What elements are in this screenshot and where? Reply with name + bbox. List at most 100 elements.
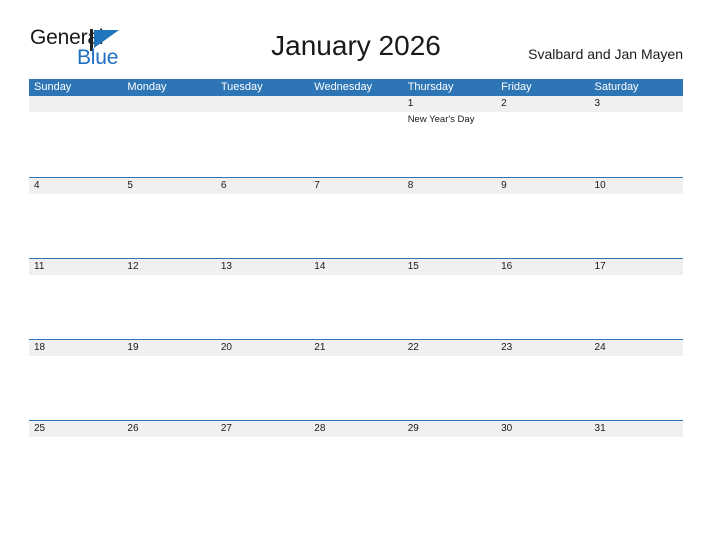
day-number: 24 bbox=[594, 342, 606, 353]
calendar-day-cell[interactable]: 30 bbox=[496, 421, 590, 501]
calendar-day-cell[interactable]: 14 bbox=[309, 259, 403, 339]
calendar-day-cell[interactable]: 23 bbox=[496, 340, 590, 420]
page-header: General Blue January 2026 Svalbard and J… bbox=[0, 0, 712, 78]
day-number: 10 bbox=[594, 180, 606, 191]
calendar-day-cell[interactable]: 19 bbox=[122, 340, 216, 420]
calendar-day-cell[interactable]: 15 bbox=[402, 259, 497, 339]
calendar-day-cell[interactable]: 7 bbox=[309, 178, 403, 258]
day-number: 14 bbox=[314, 261, 326, 272]
calendar-day-cell[interactable]: 18 bbox=[29, 340, 123, 420]
calendar-day-cell[interactable]: 26 bbox=[122, 421, 216, 501]
calendar-day-cell[interactable]: 28 bbox=[309, 421, 403, 501]
calendar-day-cell[interactable]: 8 bbox=[402, 178, 497, 258]
calendar-week-row: 1 New Year's Day 2 3 bbox=[29, 96, 683, 177]
calendar-day-cell[interactable]: 1 New Year's Day bbox=[402, 96, 497, 177]
calendar-day-cell[interactable]: 27 bbox=[215, 421, 310, 501]
day-number-band bbox=[402, 178, 497, 194]
day-number-band bbox=[215, 96, 310, 112]
calendar-day-cell[interactable]: 29 bbox=[402, 421, 497, 501]
day-number: 25 bbox=[34, 423, 46, 434]
calendar-day-cell[interactable]: 11 bbox=[29, 259, 123, 339]
day-number: 30 bbox=[501, 423, 513, 434]
day-number: 28 bbox=[314, 423, 326, 434]
calendar-day-cell[interactable]: 6 bbox=[215, 178, 310, 258]
calendar-day-cell[interactable]: 16 bbox=[496, 259, 590, 339]
calendar-day-cell[interactable]: 9 bbox=[496, 178, 590, 258]
day-number-band bbox=[29, 96, 123, 112]
calendar-day-cell[interactable]: 31 bbox=[589, 421, 683, 501]
day-number: 5 bbox=[127, 180, 133, 191]
calendar-week-band: 18 19 20 21 22 23 24 bbox=[29, 340, 683, 420]
day-number: 26 bbox=[127, 423, 139, 434]
day-number: 16 bbox=[501, 261, 513, 272]
day-number: 11 bbox=[34, 261, 45, 272]
day-number: 15 bbox=[407, 261, 419, 272]
day-number: 6 bbox=[220, 180, 227, 191]
calendar-event: New Year's Day bbox=[407, 114, 475, 125]
day-number: 2 bbox=[501, 98, 507, 109]
day-number-band bbox=[215, 178, 310, 194]
weekday-header-saturday: Saturday bbox=[594, 81, 639, 93]
calendar-day-cell[interactable]: 3 bbox=[589, 96, 683, 177]
day-number-band bbox=[402, 96, 497, 112]
calendar-day-cell[interactable]: 22 bbox=[402, 340, 497, 420]
day-number-band bbox=[496, 178, 590, 194]
calendar-day-cell[interactable]: 10 bbox=[589, 178, 683, 258]
day-number: 22 bbox=[407, 342, 419, 353]
weekday-header-wednesday: Wednesday bbox=[314, 81, 373, 93]
calendar-day-cell[interactable]: 5 bbox=[122, 178, 216, 258]
calendar-day-cell[interactable]: 24 bbox=[589, 340, 683, 420]
calendar-day-cell[interactable]: 2 bbox=[496, 96, 590, 177]
calendar-day-cell[interactable]: 20 bbox=[215, 340, 310, 420]
calendar-week-band: 11 12 13 14 15 16 17 bbox=[29, 259, 683, 339]
day-number-band bbox=[496, 96, 590, 112]
weekday-header-sunday: Sunday bbox=[34, 81, 72, 93]
calendar-week-row: 18 19 20 21 22 23 24 bbox=[29, 339, 683, 420]
weekday-header-friday: Friday bbox=[501, 81, 532, 93]
calendar-day-cell[interactable]: 21 bbox=[309, 340, 403, 420]
calendar-day-cell[interactable] bbox=[122, 96, 216, 177]
weekday-header-row: Sunday Monday Tuesday Wednesday Thursday… bbox=[29, 79, 683, 96]
calendar-week-band: 4 5 6 7 8 9 10 bbox=[29, 178, 683, 258]
day-number: 12 bbox=[127, 261, 139, 272]
day-number: 8 bbox=[407, 180, 414, 191]
day-number: 4 bbox=[34, 180, 40, 191]
calendar-day-cell[interactable]: 4 bbox=[29, 178, 123, 258]
weekday-header-monday: Monday bbox=[127, 81, 167, 93]
region-label: Svalbard and Jan Mayen bbox=[528, 46, 683, 62]
calendar-day-cell[interactable] bbox=[215, 96, 310, 177]
day-number: 27 bbox=[220, 423, 232, 434]
calendar-day-cell[interactable]: 12 bbox=[122, 259, 216, 339]
calendar-day-cell[interactable] bbox=[29, 96, 123, 177]
day-number: 23 bbox=[501, 342, 513, 353]
day-number: 18 bbox=[34, 342, 46, 353]
day-number-band bbox=[122, 178, 216, 194]
calendar-day-cell[interactable] bbox=[309, 96, 403, 177]
day-number: 21 bbox=[314, 342, 326, 353]
calendar-week-row: 11 12 13 14 15 16 17 bbox=[29, 258, 683, 339]
weekday-header-tuesday: Tuesday bbox=[220, 81, 263, 93]
day-number-band bbox=[309, 96, 403, 112]
day-number: 19 bbox=[127, 342, 139, 353]
day-number: 13 bbox=[220, 261, 232, 272]
day-number: 7 bbox=[314, 180, 320, 191]
weekday-header-thursday: Thursday bbox=[407, 81, 454, 93]
day-number-band bbox=[29, 178, 123, 194]
calendar-week-band: 1 New Year's Day 2 3 bbox=[29, 96, 683, 177]
calendar-weeks: 1 New Year's Day 2 3 4 5 6 7 8 9 10 11 12 13 14 15 16 17 1… bbox=[29, 96, 683, 501]
calendar-week-band: 25 26 27 28 29 30 31 bbox=[29, 421, 683, 501]
day-number: 29 bbox=[407, 423, 419, 434]
calendar-day-cell[interactable]: 17 bbox=[589, 259, 683, 339]
day-number: 20 bbox=[220, 342, 232, 353]
calendar-grid: Sunday Monday Tuesday Wednesday Thursday… bbox=[29, 79, 683, 501]
calendar-day-cell[interactable]: 13 bbox=[215, 259, 310, 339]
day-number-band bbox=[309, 178, 403, 194]
day-events: New Year's Day bbox=[408, 113, 493, 126]
calendar-week-row: 4 5 6 7 8 9 10 bbox=[29, 177, 683, 258]
day-number: 9 bbox=[501, 180, 507, 191]
day-number: 1 bbox=[407, 98, 414, 109]
day-number: 3 bbox=[594, 98, 601, 109]
day-number-band bbox=[122, 96, 216, 112]
calendar-day-cell[interactable]: 25 bbox=[29, 421, 123, 501]
calendar-week-row: 25 26 27 28 29 30 31 bbox=[29, 420, 683, 501]
